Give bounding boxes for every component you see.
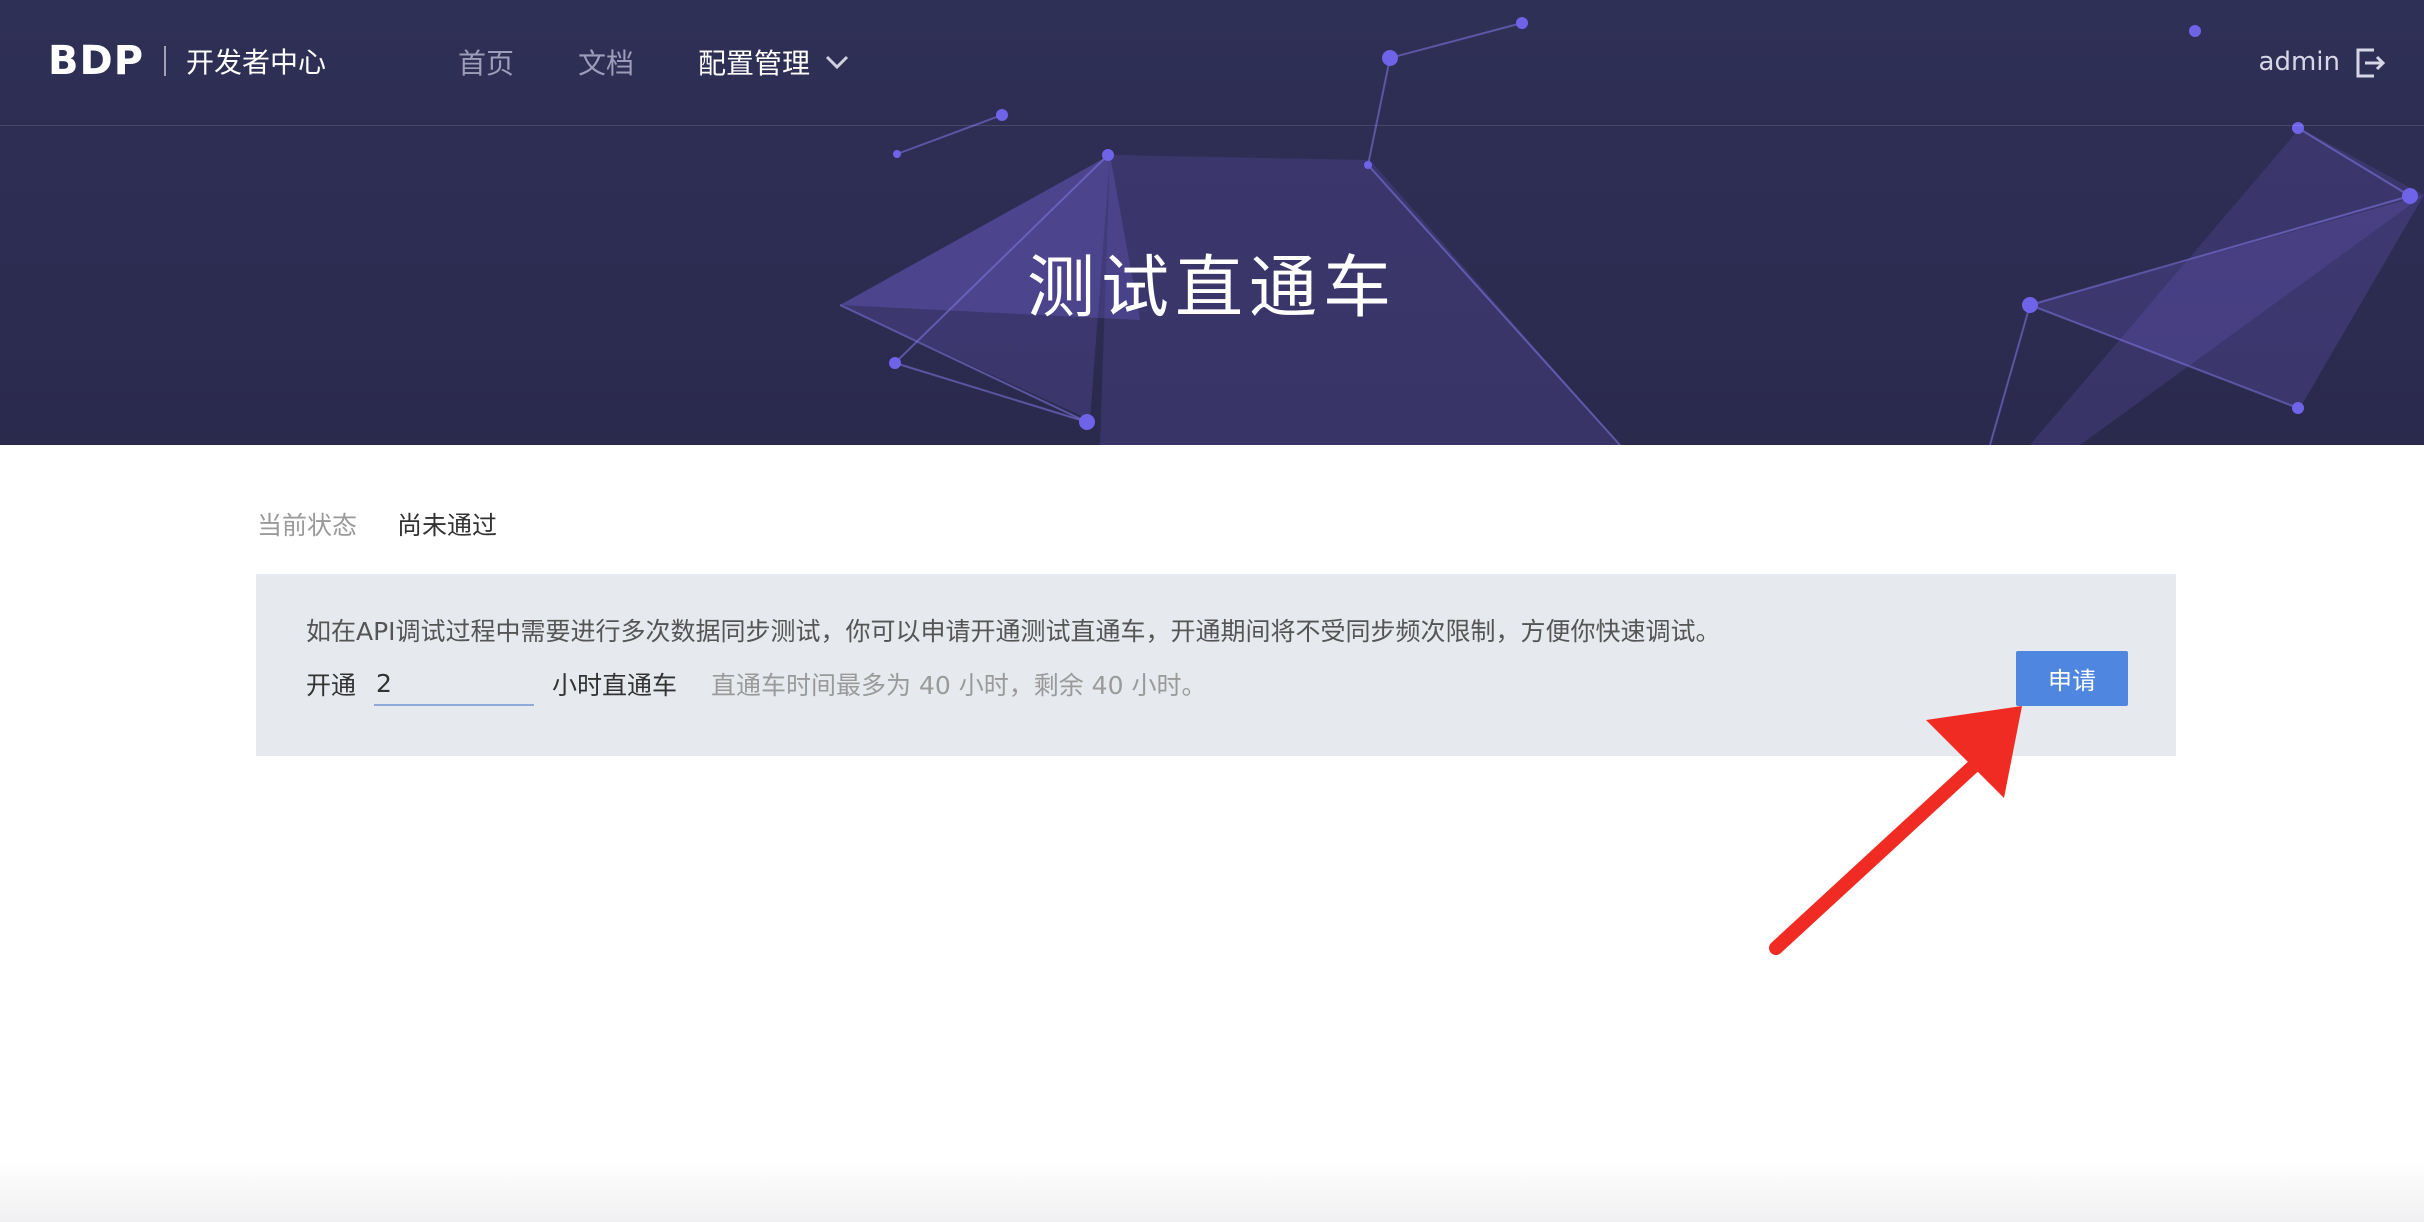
nav-item-config-label: 配置管理 bbox=[698, 47, 811, 80]
status-row: 当前状态 尚未通过 bbox=[257, 506, 497, 542]
hours-suffix: 小时直通车 bbox=[552, 671, 678, 700]
hours-hint: 直通车时间最多为 40 小时，剩余 40 小时。 bbox=[711, 671, 1207, 700]
panel-description: 如在API调试过程中需要进行多次数据同步测试，你可以申请开通测试直通车，开通期间… bbox=[306, 617, 1721, 646]
brand-logo[interactable]: BDP 开发者中心 bbox=[48, 38, 327, 84]
open-label: 开通 bbox=[306, 671, 357, 700]
red-arrow-icon bbox=[1769, 706, 2022, 955]
nav-item-home[interactable]: 首页 bbox=[458, 42, 514, 82]
logo-mark: BDP bbox=[48, 38, 145, 84]
logo-divider bbox=[164, 46, 167, 76]
nav-item-config[interactable]: 配置管理 bbox=[698, 42, 852, 82]
chevron-down-icon bbox=[825, 55, 849, 70]
logo-subtitle: 开发者中心 bbox=[186, 46, 327, 79]
nav-item-docs[interactable]: 文档 bbox=[578, 42, 634, 82]
page-title: 测试直通车 bbox=[1026, 249, 1397, 328]
status-value: 尚未通过 bbox=[397, 511, 498, 540]
status-label: 当前状态 bbox=[257, 511, 358, 540]
bottom-shadow bbox=[0, 1160, 2424, 1222]
hours-input[interactable] bbox=[374, 662, 535, 706]
user-name[interactable]: admin bbox=[2259, 44, 2340, 80]
hours-row: 开通 小时直通车 直通车时间最多为 40 小时，剩余 40 小时。 bbox=[306, 662, 1206, 706]
hero-banner: BDP 开发者中心 首页 文档 配置管理 admin 测试直通车 bbox=[0, 0, 2424, 445]
top-navigation: BDP 开发者中心 首页 文档 配置管理 admin bbox=[0, 0, 2424, 126]
main-nav: 首页 文档 配置管理 bbox=[458, 44, 852, 80]
logout-icon[interactable] bbox=[2352, 46, 2386, 80]
